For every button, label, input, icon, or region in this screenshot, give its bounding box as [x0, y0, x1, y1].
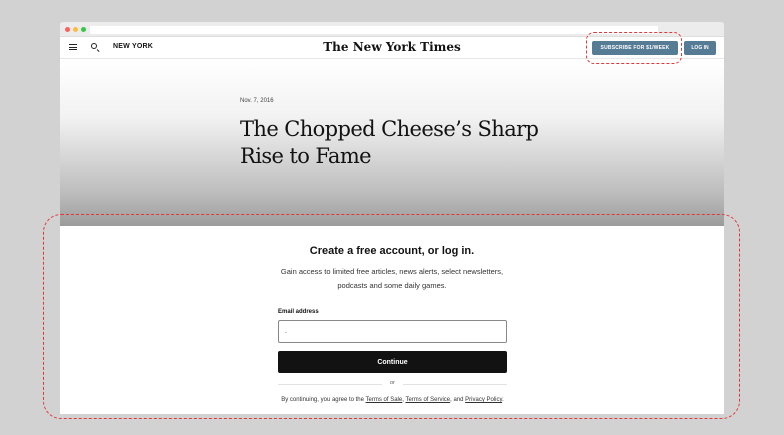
modal-highlight-annotation [43, 214, 740, 419]
article-hero: Nov. 7, 2016 The Chopped Cheese’s Sharp … [60, 59, 724, 263]
close-window-dot[interactable] [65, 26, 70, 32]
address-bar[interactable] [90, 26, 658, 34]
maximize-window-dot[interactable] [81, 26, 86, 32]
login-button[interactable]: LOG IN [684, 41, 716, 55]
article-date: Nov. 7, 2016 [240, 98, 274, 104]
minimize-window-dot[interactable] [73, 26, 78, 32]
article-headline: The Chopped Cheese’s Sharp Rise to Fame [240, 117, 539, 168]
subscribe-highlight-annotation [586, 32, 682, 64]
